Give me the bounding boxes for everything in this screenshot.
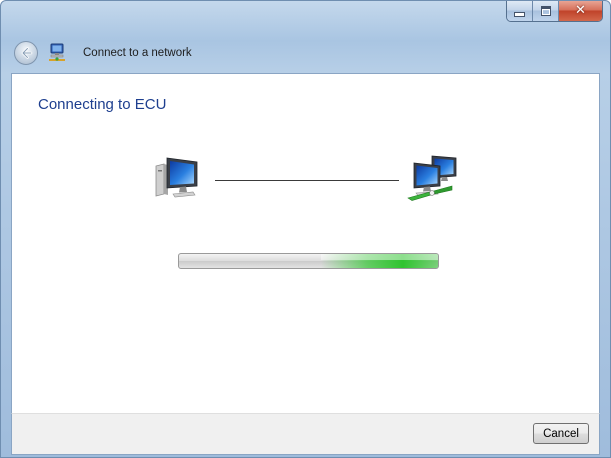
- network-icon: [407, 155, 457, 201]
- computer-icon: [155, 157, 198, 198]
- back-arrow-icon: [21, 47, 33, 59]
- maximize-button[interactable]: [533, 1, 559, 21]
- footer-bar: Cancel: [11, 413, 600, 455]
- close-icon: ✕: [575, 3, 586, 18]
- window-title: Connect to a network: [83, 47, 192, 59]
- network-connect-icon: [49, 43, 65, 61]
- progress-marquee: [321, 254, 438, 268]
- minimize-button[interactable]: [507, 1, 533, 21]
- minimize-icon: [514, 11, 525, 17]
- cancel-button[interactable]: Cancel: [533, 423, 589, 444]
- maximize-icon: [540, 6, 551, 16]
- close-button[interactable]: ✕: [559, 1, 602, 21]
- content-panel: Connecting to ECU: [11, 73, 600, 413]
- page-heading: Connecting to ECU: [38, 96, 167, 113]
- window-frame: ✕ Connect to a network Connecting to ECU: [0, 0, 611, 458]
- back-button[interactable]: [14, 41, 38, 65]
- caption-buttons: ✕: [506, 1, 603, 22]
- connection-progress-bar: [178, 253, 439, 269]
- connection-line: [215, 180, 399, 181]
